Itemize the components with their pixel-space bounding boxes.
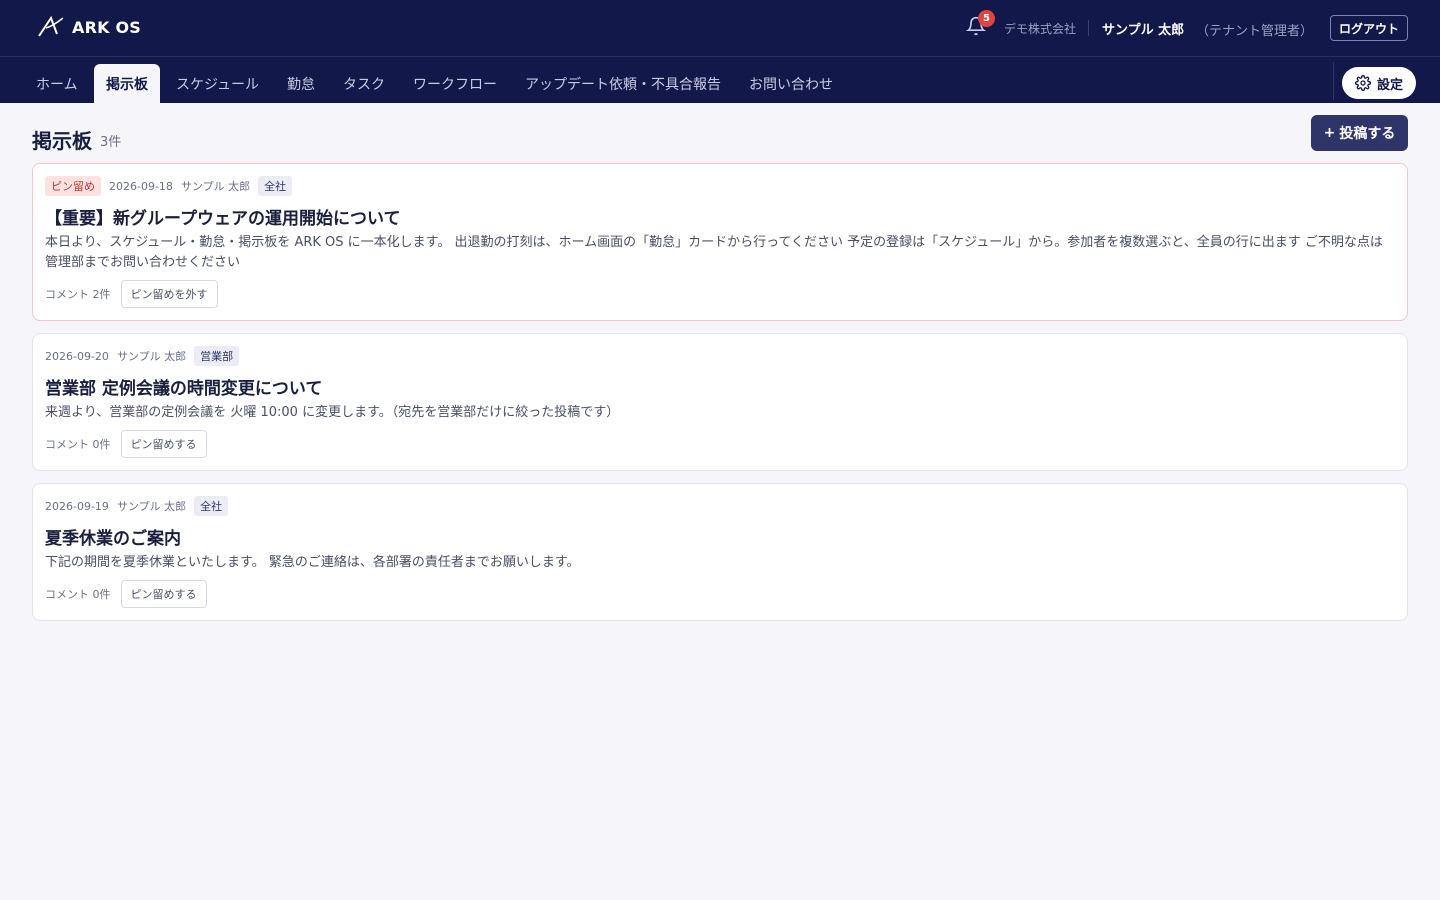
top-header: ARK OS 5 デモ株式会社 サンプル 太郎 （テナント管理者） ログアウト [0, 0, 1440, 57]
plus-icon: + [1323, 125, 1336, 141]
pin-button[interactable]: ピン留めする [120, 580, 207, 608]
settings-label: 設定 [1376, 77, 1403, 93]
nav-divider [1333, 62, 1334, 100]
tab-tasks[interactable]: タスク [331, 64, 397, 103]
settings-button[interactable]: 設定 [1342, 67, 1416, 99]
tab-update-requests[interactable]: アップデート依頼・不具合報告 [513, 64, 733, 103]
user-role: （テナント管理者） [1196, 24, 1314, 39]
comment-count[interactable]: コメント 0件 [45, 586, 111, 602]
post-title[interactable]: 営業部 定例会議の時間変更について [45, 374, 322, 399]
notification-count-badge: 5 [978, 10, 995, 27]
pinned-badge: ピン留め [45, 176, 101, 196]
tab-bulletin-board[interactable]: 掲示板 [94, 64, 160, 103]
post-footer: コメント 2件 ピン留めを外す [45, 280, 218, 308]
post-meta: 2026-09-20 サンプル 太郎 営業部 [45, 346, 240, 366]
user-name: サンプル 太郎 [1102, 23, 1185, 38]
tab-schedule[interactable]: スケジュール [164, 64, 271, 103]
post-card[interactable]: 2026-09-19 サンプル 太郎 全社 夏季休業のご案内 下記の期間を夏季休… [32, 483, 1408, 621]
new-post-button[interactable]: + 投稿する [1311, 115, 1408, 151]
main-nav: ホーム 掲示板 スケジュール 勤怠 タスク ワークフロー アップデート依頼・不具… [0, 57, 1440, 103]
notifications-button[interactable]: 5 [965, 10, 995, 38]
header-divider [1088, 20, 1089, 36]
post-footer: コメント 0件 ピン留めする [45, 430, 207, 458]
app-logo[interactable]: ARK OS [36, 14, 141, 40]
post-meta: 2026-09-19 サンプル 太郎 全社 [45, 496, 229, 516]
tab-attendance[interactable]: 勤怠 [275, 64, 327, 103]
logout-button[interactable]: ログアウト [1330, 15, 1408, 41]
post-author: サンプル 太郎 [180, 180, 251, 193]
comment-count[interactable]: コメント 2件 [45, 286, 111, 302]
comment-count[interactable]: コメント 0件 [45, 436, 111, 452]
post-meta: ピン留め 2026-09-18 サンプル 太郎 全社 [45, 176, 293, 196]
post-body: 下記の期間を夏季休業といたします。 緊急のご連絡は、各部署の責任者までお願いしま… [45, 555, 580, 570]
tab-contact[interactable]: お問い合わせ [737, 64, 845, 103]
post-body: 本日より、スケジュール・勤怠・掲示板を ARK OS に一本化します。 出退勤の… [45, 235, 1383, 270]
tab-workflow[interactable]: ワークフロー [401, 64, 509, 103]
post-author: サンプル 太郎 [116, 500, 187, 513]
post-date: 2026-09-19 [45, 499, 109, 513]
post-scope-badge: 全社 [258, 176, 293, 196]
post-count: 3件 [100, 135, 122, 150]
app-name: ARK OS [72, 17, 141, 37]
new-post-label: 投稿する [1339, 126, 1396, 142]
tab-home[interactable]: ホーム [24, 64, 90, 103]
pin-button[interactable]: ピン留めする [120, 430, 207, 458]
gear-icon [1355, 75, 1371, 91]
ark-logo-icon [38, 15, 64, 37]
post-scope-badge: 全社 [194, 496, 229, 516]
post-card[interactable]: ピン留め 2026-09-18 サンプル 太郎 全社 【重要】新グループウェアの… [32, 163, 1408, 321]
company-name: デモ株式会社 [1004, 22, 1077, 36]
post-title[interactable]: 【重要】新グループウェアの運用開始について [45, 204, 400, 229]
post-body: 来週より、営業部の定例会議を 火曜 10:00 に変更します。（宛先を営業部だけ… [45, 405, 620, 420]
post-card[interactable]: 2026-09-20 サンプル 太郎 営業部 営業部 定例会議の時間変更について… [32, 333, 1408, 471]
page-title: 掲示板 [32, 129, 92, 153]
post-title[interactable]: 夏季休業のご案内 [45, 524, 181, 549]
post-author: サンプル 太郎 [116, 350, 187, 363]
post-date: 2026-09-20 [45, 349, 109, 363]
post-scope-badge: 営業部 [194, 346, 240, 366]
post-date: 2026-09-18 [109, 179, 173, 193]
post-footer: コメント 0件 ピン留めする [45, 580, 207, 608]
unpin-button[interactable]: ピン留めを外す [120, 280, 218, 308]
